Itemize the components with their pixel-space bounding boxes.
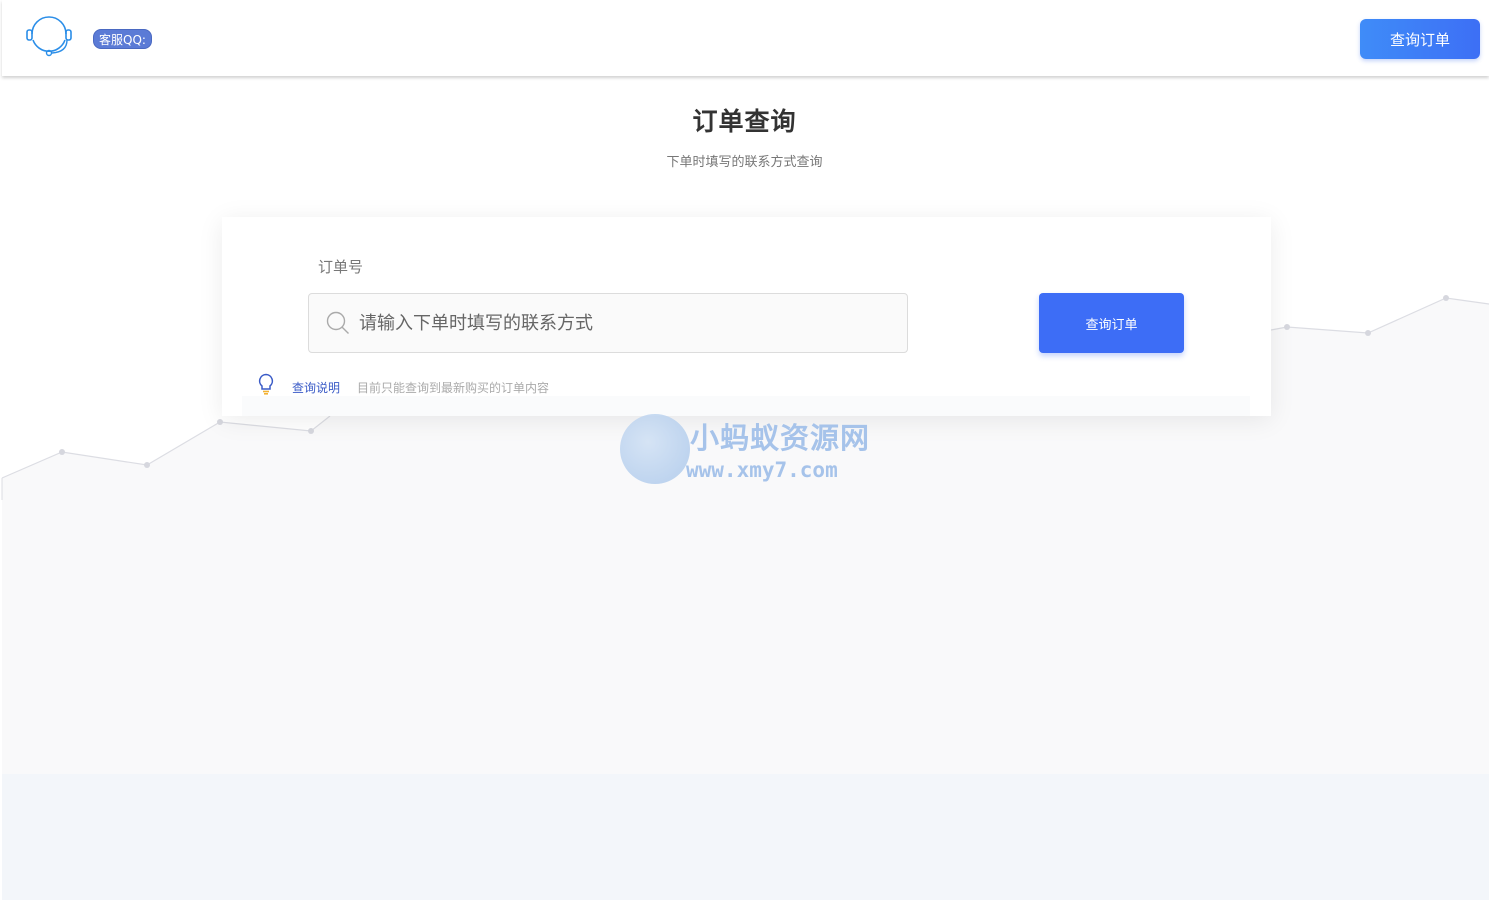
query-card: 订单号 查询订单 查询说明 目前只能查询到最新购买的订单内容 — [222, 217, 1271, 416]
query-submit-button[interactable]: 查询订单 — [1039, 293, 1184, 353]
page: 客服QQ: 查询订单 订单查询 下单时填写的联系方式查询 订单号 查询订单 查询… — [0, 0, 1489, 900]
contact-input[interactable] — [359, 294, 899, 352]
search-box[interactable] — [308, 293, 908, 353]
page-title: 订单查询 — [692, 107, 797, 136]
order-number-label: 订单号 — [318, 258, 364, 276]
header-query-button[interactable]: 查询订单 — [1360, 19, 1480, 59]
watermark-name: 小蚂蚁资源网 — [690, 421, 871, 455]
watermark-logo-icon — [620, 414, 690, 484]
footer-band — [2, 774, 1489, 900]
page-subtitle: 下单时填写的联系方式查询 — [666, 155, 823, 170]
lightbulb-icon — [258, 373, 274, 395]
headset-icon[interactable] — [24, 12, 74, 60]
hint-title: 查询说明 — [292, 381, 341, 395]
watermark-url: www.xmy7.com — [686, 458, 838, 482]
hint-text: 目前只能查询到最新购买的订单内容 — [357, 381, 550, 395]
header: 客服QQ: 查询订单 — [2, 0, 1489, 76]
search-icon — [326, 311, 349, 334]
watermark: 小蚂蚁资源网 www.xmy7.com — [620, 412, 880, 488]
qq-badge[interactable]: 客服QQ: — [93, 29, 152, 49]
